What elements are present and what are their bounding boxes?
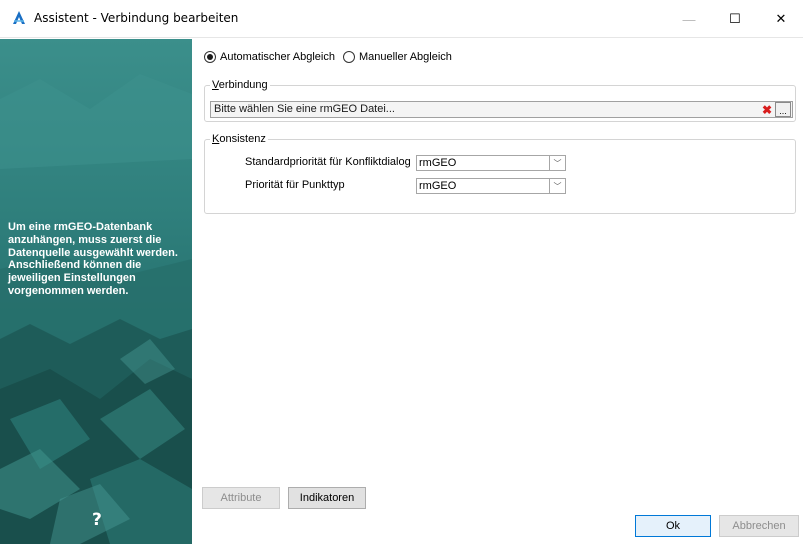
radio-automatic-sync-label[interactable]: Automatischer Abgleich: [220, 51, 335, 63]
consistency-group-title-rest: onsistenz: [219, 133, 266, 145]
connection-group: Verbindung Bitte wählen Sie eine rmGEO D…: [204, 79, 796, 122]
point-type-priority-select[interactable]: rmGEO ﹀: [416, 178, 566, 194]
point-type-priority-value: rmGEO: [419, 180, 457, 192]
close-button[interactable]: ✕: [758, 0, 803, 38]
radio-manual-sync-label[interactable]: Manueller Abgleich: [359, 51, 452, 63]
browse-file-button[interactable]: ...: [775, 102, 791, 117]
indicators-button[interactable]: Indikatoren: [288, 487, 366, 509]
attribute-button[interactable]: Attribute: [202, 487, 280, 509]
ok-button[interactable]: Ok: [635, 515, 711, 537]
conflict-priority-select[interactable]: rmGEO ﹀: [416, 155, 566, 171]
chevron-down-icon[interactable]: ﹀: [549, 156, 565, 170]
minimize-button[interactable]: —: [666, 0, 712, 38]
connection-group-title-mnemonic: V: [212, 79, 219, 91]
conflict-priority-label: Standardpriorität für Konfliktdialog: [245, 156, 411, 168]
point-type-priority-label: Priorität für Punkttyp: [245, 179, 345, 191]
clear-file-icon[interactable]: ✖: [760, 103, 774, 117]
app-logo-icon: [13, 11, 25, 24]
connection-group-title: Verbindung: [210, 79, 270, 91]
sync-mode-radio-group: Automatischer Abgleich Manueller Abgleic…: [204, 51, 460, 63]
conflict-priority-value: rmGEO: [419, 157, 457, 169]
sidebar-description: Um eine rmGEO-Datenbank anzuhängen, muss…: [8, 221, 178, 297]
chevron-down-icon[interactable]: ﹀: [549, 179, 565, 193]
connection-group-title-rest: erbindung: [218, 79, 268, 91]
consistency-group: Konsistenz Standardpriorität für Konflik…: [204, 133, 796, 214]
radio-manual-sync[interactable]: [342, 51, 355, 63]
wizard-sidebar: Um eine rmGEO-Datenbank anzuhängen, muss…: [0, 39, 192, 544]
maximize-button[interactable]: ☐: [712, 0, 758, 38]
consistency-group-title: Konsistenz: [210, 133, 268, 145]
window-title: Assistent - Verbindung bearbeiten: [34, 11, 239, 25]
radio-automatic-sync[interactable]: [204, 51, 216, 63]
database-file-input[interactable]: Bitte wählen Sie eine rmGEO Datei...: [210, 101, 793, 118]
cancel-button[interactable]: Abbrechen: [719, 515, 799, 537]
help-icon[interactable]: ?: [92, 510, 102, 530]
title-bar: Assistent - Verbindung bearbeiten — ☐ ✕: [0, 0, 803, 38]
